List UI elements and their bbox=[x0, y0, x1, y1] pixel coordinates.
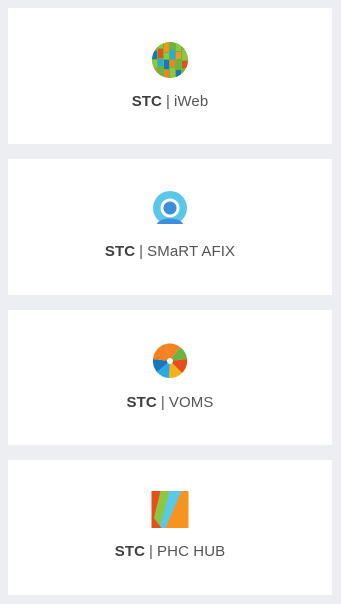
iweb-grid-icon bbox=[152, 42, 188, 78]
separator: | bbox=[139, 243, 144, 260]
app-name: VOMS bbox=[168, 394, 214, 411]
separator: | bbox=[166, 93, 170, 110]
app-label-voms: STC | VOMS bbox=[8, 394, 332, 411]
brand-name: STC bbox=[131, 93, 162, 110]
app-card-smart-afix[interactable]: STC | SMaRT AFIX bbox=[8, 159, 332, 295]
app-card-iweb[interactable]: STC | iWeb bbox=[8, 8, 332, 144]
app-name: SMaRT AFIX bbox=[147, 243, 236, 260]
app-card-phc-hub[interactable]: STC | PHC HUB bbox=[8, 460, 332, 595]
smart-afix-person-icon bbox=[150, 191, 190, 230]
separator: | bbox=[149, 543, 154, 560]
brand-name: STC bbox=[104, 243, 136, 260]
app-card-voms[interactable]: STC | VOMS bbox=[8, 310, 332, 445]
app-name: iWeb bbox=[174, 93, 209, 110]
brand-name: STC bbox=[114, 543, 146, 560]
phc-hub-square-icon bbox=[151, 491, 189, 528]
brand-name: STC bbox=[126, 394, 157, 411]
app-name: PHC HUB bbox=[157, 543, 226, 560]
app-label-iweb: STC | iWeb bbox=[8, 93, 332, 110]
voms-pinwheel-icon bbox=[152, 343, 188, 379]
separator: | bbox=[160, 394, 165, 411]
app-label-phc-hub: STC | PHC HUB bbox=[8, 543, 332, 560]
app-label-smart-afix: STC | SMaRT AFIX bbox=[8, 243, 332, 260]
